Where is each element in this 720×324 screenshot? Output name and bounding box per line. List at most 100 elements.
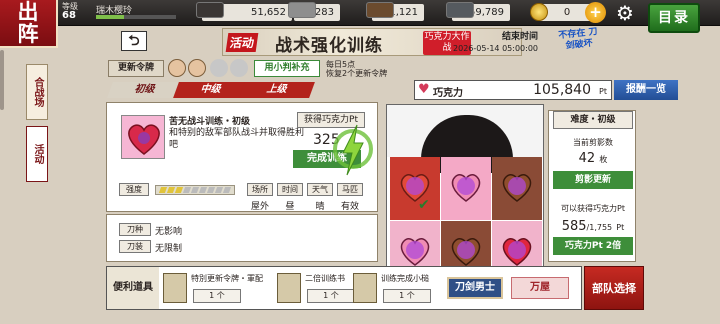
silhouette-refresh-button[interactable]: 剪影更新: [553, 171, 633, 189]
team-select-button[interactable]: 部队选择: [584, 266, 644, 310]
steel-icon: [288, 2, 316, 18]
lightning-icon: [333, 124, 373, 176]
resource-coolant: 81,121: [366, 2, 424, 21]
xp-bar: [96, 15, 176, 19]
resource-value: 51,652: [251, 7, 286, 18]
tool-name: 特別更新令牌・軍配: [191, 274, 263, 283]
mission-description: 和特别的敌军部队战斗并取得胜利吧: [169, 128, 305, 150]
event-title: 战术强化训练: [275, 36, 383, 56]
coin-value: 0: [563, 7, 571, 18]
resource-charcoal: 51,652: [196, 2, 292, 21]
mission-title: 苦无战斗训练・初级: [169, 117, 251, 127]
player-level: 等级 68: [62, 2, 78, 21]
order-token-icon: [168, 59, 186, 77]
cond-key-time: 时间: [277, 183, 303, 196]
cond-key-place: 场所: [247, 183, 273, 196]
coin-counter: 0 +: [530, 2, 606, 23]
refill-note-line1: 每日5点: [326, 60, 356, 69]
difficulty-label: 难度・初级: [553, 111, 633, 129]
chocolate-points: ♥ 巧克力 105,840 Pt: [414, 80, 612, 100]
cond-val-place: 屋外: [250, 202, 269, 212]
tool-quantity: 1 个: [383, 289, 431, 303]
page-title: 出 阵: [0, 0, 58, 48]
back-button[interactable]: ⮌: [121, 31, 147, 51]
end-time-label: 结束时间: [501, 32, 538, 42]
order-token-empty-icon: [230, 59, 248, 77]
book-icon: [277, 273, 301, 303]
silhouette-count-unit: 枚: [599, 155, 608, 164]
shop-button[interactable]: 万屋: [511, 277, 569, 299]
gear-icon[interactable]: ⚙: [614, 2, 636, 24]
obtainable-points: 585/1,755 Pt: [549, 219, 637, 234]
refill-note-line2: 恢复2个更新令牌: [326, 69, 388, 78]
double-points-button[interactable]: 巧克力Pt 2倍: [553, 237, 633, 255]
page-title-line1: 出: [17, 0, 39, 24]
charcoal-icon: [196, 2, 224, 18]
cond-key-horse: 马匹: [337, 183, 363, 196]
no-break-stamp: 不存在 刀剑破坏: [558, 27, 599, 52]
tab-intermediate[interactable]: 中级: [173, 82, 249, 98]
cond-val-time: 昼: [285, 202, 295, 212]
tab-battle-field[interactable]: 合战场: [26, 64, 48, 120]
heart-cell[interactable]: [441, 157, 491, 220]
heart-icon: ♥: [418, 82, 430, 97]
cond-key-weather: 天气: [307, 183, 333, 196]
chocolate-label: 巧克力: [433, 88, 463, 99]
resource-whetstone: 59,789: [446, 2, 510, 21]
resource-steel: 87,283: [288, 2, 340, 21]
cond-val-horse: 有效: [340, 202, 359, 212]
menu-button[interactable]: 目录: [648, 3, 700, 33]
add-coin-button[interactable]: +: [585, 2, 606, 23]
tab-advanced[interactable]: 上级: [239, 82, 315, 98]
cond-val-weather: 晴: [315, 202, 325, 212]
whetstone-icon: [446, 2, 474, 18]
order-tokens: [168, 59, 252, 79]
obtainable-points-value: 585: [561, 219, 587, 234]
order-token-empty-icon: [210, 59, 228, 77]
reward-list-button[interactable]: 报酬一览: [614, 80, 678, 100]
page-title-line2: 阵: [17, 21, 39, 46]
tool-quantity: 1 个: [307, 289, 355, 303]
tools-bar: 便利道具 特別更新令牌・軍配 1 个 二倍训练书 1 个 训练完成小槌 1 个 …: [106, 266, 582, 310]
sword-warriors-button[interactable]: 刀剑男士: [447, 277, 503, 299]
obtainable-points-total: /1,755: [586, 223, 613, 232]
tab-event[interactable]: 活动: [26, 126, 48, 182]
tool-name: 训练完成小槌: [381, 274, 429, 283]
mission-icon: [121, 115, 165, 159]
strength-label: 强度: [119, 183, 149, 196]
war-fan-icon: [163, 273, 187, 303]
chocolate-value: 105,840: [533, 82, 591, 98]
silhouette-board: ✔: [386, 104, 544, 286]
heart-cell[interactable]: [492, 157, 542, 220]
coin-icon: [530, 3, 548, 21]
obtainable-points-label: 可以获得巧克力Pt: [561, 204, 625, 213]
chocolate-unit: Pt: [599, 87, 607, 96]
silhouette-count-label: 当前剪影数: [573, 138, 613, 147]
side-scrollbar[interactable]: [0, 50, 4, 110]
silhouette-count-value: 42: [578, 151, 596, 166]
equipment-value: 无限制: [155, 244, 183, 254]
heart-cell[interactable]: ✔: [390, 157, 440, 220]
refill-button[interactable]: 用小判补充: [254, 60, 320, 77]
tool-quantity: 1 个: [193, 289, 241, 303]
obtainable-points-unit: Pt: [616, 223, 625, 232]
sword-type-label: 刀种: [119, 223, 151, 236]
check-icon: ✔: [418, 197, 430, 213]
order-label: 更新令牌: [108, 60, 164, 77]
refill-note: 每日5点 恢复2个更新令牌: [326, 60, 387, 78]
strength-gauge: [155, 185, 235, 195]
tool-name: 二倍训练书: [305, 274, 345, 283]
event-tag: 活动: [225, 33, 259, 52]
mission-panel: 苦无战斗训练・初级 和特别的敌军部队战斗并取得胜利吧 获得巧克力Pt 325 完…: [106, 102, 378, 212]
coolant-icon: [366, 2, 394, 18]
tools-label: 便利道具: [107, 267, 159, 309]
equipment-label: 刀装: [119, 240, 151, 253]
tab-beginner[interactable]: 初级: [107, 82, 183, 98]
sword-type-value: 无影响: [155, 227, 183, 237]
end-time-info: 结束时间 2026-05-14 05:00:00: [448, 31, 538, 55]
level-value: 68: [62, 10, 76, 21]
mallet-icon: [353, 273, 377, 303]
difficulty-info-panel: 难度・初级 当前剪影数 42 枚 剪影更新 可以获得巧克力Pt 585/1,75…: [548, 110, 636, 262]
order-token-icon: [188, 59, 206, 77]
end-time-value: 2026-05-14 05:00:00: [453, 44, 538, 53]
